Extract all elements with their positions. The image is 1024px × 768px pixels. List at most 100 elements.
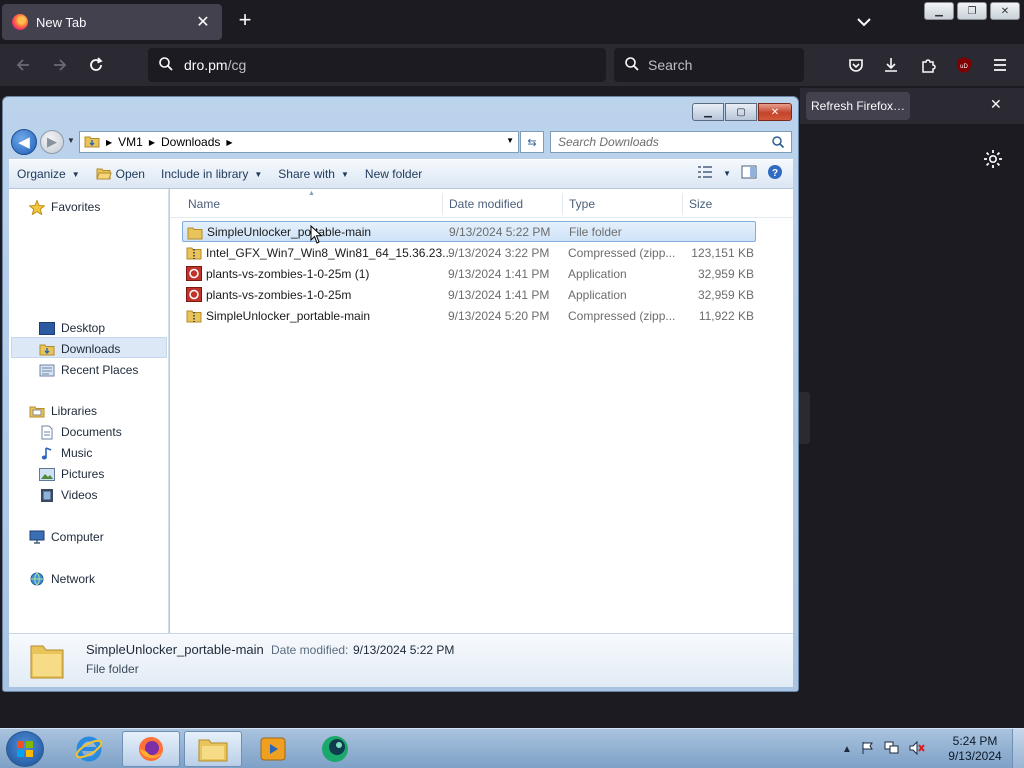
table-row[interactable]: plants-vs-zombies-1-0-25m 9/13/2024 1:41…: [182, 284, 756, 305]
nav-computer[interactable]: Computer: [29, 527, 104, 547]
url-host: dro.pm: [184, 57, 228, 73]
column-header-size[interactable]: Size: [683, 193, 757, 215]
open-button[interactable]: Open: [88, 162, 153, 186]
address-bar[interactable]: ▶ VM1 ▶ Downloads ▶ ▼: [79, 131, 519, 153]
downloads-icon[interactable]: [878, 52, 904, 78]
taskbar-clock[interactable]: 5:24 PM 9/13/2024: [944, 734, 1006, 764]
computer-icon: [29, 530, 45, 544]
reload-icon[interactable]: [83, 52, 109, 78]
column-header-type[interactable]: Type: [563, 193, 683, 215]
url-bar[interactable]: dro.pm/cg: [148, 48, 606, 82]
forward-icon[interactable]: [47, 52, 73, 78]
explorer-maximize-button[interactable]: ▢: [725, 103, 757, 121]
search-icon: [624, 56, 640, 75]
list-all-tabs-icon[interactable]: [852, 10, 876, 34]
explorer-title-bar[interactable]: ▁ ▢ ✕: [3, 97, 798, 127]
action-center-flag-icon[interactable]: [861, 741, 875, 758]
share-with-label: Share with: [278, 167, 335, 181]
breadcrumb-downloads[interactable]: Downloads: [161, 135, 220, 149]
taskbar-firefox[interactable]: [122, 731, 180, 767]
close-button[interactable]: ✕: [990, 2, 1020, 20]
network-status-icon[interactable]: [884, 741, 900, 758]
firefox-window-controls: ▁ ❐ ✕: [924, 2, 1020, 20]
nav-network[interactable]: Network: [29, 569, 95, 589]
help-icon[interactable]: ?: [767, 164, 783, 183]
firefox-icon: [139, 737, 163, 761]
preview-pane-icon[interactable]: [741, 165, 757, 182]
breadcrumb-separator[interactable]: ▶: [106, 138, 112, 147]
taskbar-internet-explorer[interactable]: [60, 731, 118, 767]
nav-libraries[interactable]: Libraries: [29, 401, 97, 421]
nav-videos[interactable]: Videos: [39, 485, 97, 505]
music-icon: [39, 446, 55, 460]
details-pane: SimpleUnlocker_portable-main Date modifi…: [9, 633, 793, 687]
chevron-down-icon: ▼: [254, 169, 263, 179]
ublock-icon[interactable]: uD: [951, 52, 977, 78]
share-with-button[interactable]: Share with ▼: [270, 162, 357, 186]
recent-pages-dropdown[interactable]: ▼: [67, 136, 75, 145]
table-row[interactable]: plants-vs-zombies-1-0-25m (1) 9/13/2024 …: [182, 263, 756, 284]
nav-favorites[interactable]: Favorites: [29, 197, 100, 217]
back-button[interactable]: ◀: [11, 129, 37, 155]
nav-favorites-label: Favorites: [51, 200, 101, 214]
table-row[interactable]: SimpleUnlocker_portable-main 9/13/2024 5…: [182, 305, 756, 326]
explorer-window: ▁ ▢ ✕ ◀ ▶ ▼ ▶ VM1 ▶ Downloads ▶ ▼ ⇆ Sear…: [2, 96, 799, 692]
include-in-library-button[interactable]: Include in library ▼: [153, 162, 270, 186]
internet-explorer-icon: [75, 736, 103, 762]
videos-icon: [39, 488, 55, 502]
new-folder-button[interactable]: New folder: [357, 162, 430, 186]
notification-close-icon[interactable]: ✕: [990, 96, 1002, 113]
minimize-button[interactable]: ▁: [924, 2, 954, 20]
view-options-chevron-icon[interactable]: ▼: [723, 169, 731, 178]
pictures-icon: [39, 467, 55, 481]
organize-button[interactable]: Organize ▼: [9, 162, 88, 186]
column-header-date-modified[interactable]: Date modified: [443, 193, 563, 215]
start-button[interactable]: [6, 731, 44, 767]
gear-icon[interactable]: [982, 148, 1004, 170]
nav-recent-places[interactable]: Recent Places: [39, 360, 138, 380]
show-hidden-icons-icon[interactable]: ▲: [842, 744, 852, 755]
nav-music[interactable]: Music: [39, 443, 92, 463]
nav-downloads[interactable]: Downloads: [39, 339, 120, 359]
navigation-pane: Favorites Desktop Downloads Recent Place…: [9, 189, 169, 633]
web-search-bar[interactable]: Search: [614, 48, 804, 82]
tab-new-tab[interactable]: New Tab ✕: [2, 4, 222, 40]
details-date-label: Date modified:: [271, 643, 349, 657]
volume-muted-icon[interactable]: [909, 740, 925, 758]
change-view-icon[interactable]: [697, 165, 713, 182]
address-dropdown-icon[interactable]: ▼: [506, 136, 514, 145]
extensions-icon[interactable]: [915, 52, 941, 78]
menu-icon[interactable]: [987, 52, 1013, 78]
search-downloads-input[interactable]: Search Downloads: [550, 131, 792, 153]
back-icon[interactable]: [10, 52, 36, 78]
table-row[interactable]: Intel_GFX_Win7_Win8_Win81_64_15.36.23...…: [182, 242, 756, 263]
nav-documents[interactable]: Documents: [39, 422, 122, 442]
new-tab-button[interactable]: +: [234, 9, 256, 32]
explorer-minimize-button[interactable]: ▁: [692, 103, 724, 121]
breadcrumb-separator[interactable]: ▶: [149, 138, 155, 147]
forward-button[interactable]: ▶: [40, 130, 64, 154]
nav-pictures[interactable]: Pictures: [39, 464, 104, 484]
taskbar-app-green[interactable]: [306, 731, 364, 767]
restore-button[interactable]: ❐: [957, 2, 987, 20]
pocket-icon[interactable]: [843, 52, 869, 78]
taskbar-explorer[interactable]: [184, 731, 242, 767]
explorer-window-controls: ▁ ▢ ✕: [692, 103, 792, 121]
documents-icon: [39, 425, 55, 439]
tab-close-icon[interactable]: ✕: [194, 12, 212, 32]
taskbar-media-player[interactable]: [244, 731, 302, 767]
table-row[interactable]: SimpleUnlocker_portable-main 9/13/2024 5…: [182, 221, 756, 242]
breadcrumb-vm1[interactable]: VM1: [118, 135, 143, 149]
sort-indicator-icon: ▲: [308, 190, 315, 197]
refresh-icon[interactable]: ⇆: [520, 131, 544, 153]
explorer-close-button[interactable]: ✕: [758, 103, 792, 121]
green-app-icon: [322, 736, 348, 762]
show-desktop-button[interactable]: [1012, 729, 1024, 768]
file-name: plants-vs-zombies-1-0-25m (1): [206, 266, 370, 281]
breadcrumb-separator[interactable]: ▶: [226, 138, 232, 147]
file-size: 123,151 KB: [691, 245, 754, 260]
nav-desktop[interactable]: Desktop: [39, 318, 105, 338]
refresh-firefox-button[interactable]: Refresh Firefox…: [806, 92, 910, 120]
file-size: 11,922 KB: [698, 308, 754, 323]
organize-label: Organize: [17, 167, 66, 181]
